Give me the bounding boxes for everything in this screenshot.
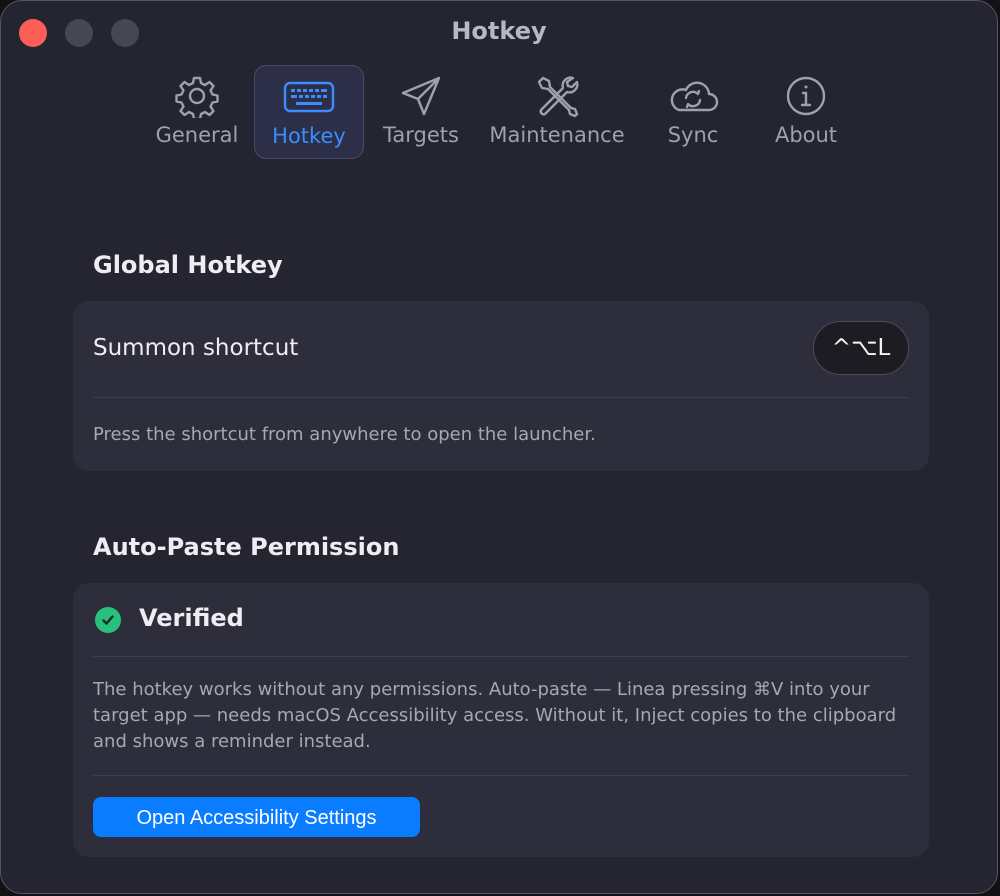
shortcut-help-text: Press the shortcut from anywhere to open… bbox=[93, 424, 596, 445]
tab-general-label: General bbox=[155, 123, 239, 147]
divider bbox=[93, 656, 909, 657]
tab-targets[interactable]: Targets bbox=[373, 65, 469, 159]
tab-hotkey[interactable]: Hotkey bbox=[254, 65, 364, 159]
tab-general[interactable]: General bbox=[146, 65, 248, 159]
title-bar: Hotkey bbox=[1, 1, 997, 63]
tab-about[interactable]: About bbox=[759, 65, 853, 159]
gear-icon bbox=[146, 73, 248, 119]
paper-plane-icon bbox=[373, 73, 469, 119]
global-hotkey-card: Summon shortcut ^⌥L Press the shortcut f… bbox=[73, 301, 929, 471]
divider bbox=[93, 397, 909, 398]
cloud-sync-icon bbox=[651, 73, 735, 119]
summon-shortcut-label: Summon shortcut bbox=[93, 335, 299, 361]
preferences-tab-bar: General Hotkey Targets Maintenance Sync … bbox=[1, 65, 997, 161]
tab-maintenance-label: Maintenance bbox=[489, 123, 625, 147]
tab-maintenance[interactable]: Maintenance bbox=[483, 65, 631, 159]
global-hotkey-heading: Global Hotkey bbox=[93, 251, 283, 279]
auto-paste-card: Verified The hotkey works without any pe… bbox=[73, 583, 929, 857]
tab-sync-label: Sync bbox=[667, 123, 719, 147]
auto-paste-description: The hotkey works without any permissions… bbox=[93, 679, 897, 752]
verified-status: Verified bbox=[139, 604, 244, 632]
shortcut-recorder[interactable]: ^⌥L bbox=[813, 321, 909, 375]
divider bbox=[93, 775, 909, 776]
tab-sync[interactable]: Sync bbox=[651, 65, 735, 159]
window-title: Hotkey bbox=[451, 17, 547, 45]
tab-hotkey-label: Hotkey bbox=[272, 124, 346, 148]
auto-paste-heading: Auto-Paste Permission bbox=[93, 533, 400, 561]
tools-icon bbox=[483, 73, 631, 119]
settings-window: Hotkey General Hotkey Targets Maintenanc… bbox=[0, 0, 998, 894]
verified-checkmark-icon bbox=[95, 607, 121, 633]
tab-about-label: About bbox=[774, 123, 838, 147]
info-icon bbox=[759, 73, 853, 119]
tab-targets-label: Targets bbox=[383, 123, 459, 147]
keyboard-icon bbox=[255, 74, 363, 120]
open-accessibility-settings-button[interactable]: Open Accessibility Settings bbox=[93, 797, 420, 837]
